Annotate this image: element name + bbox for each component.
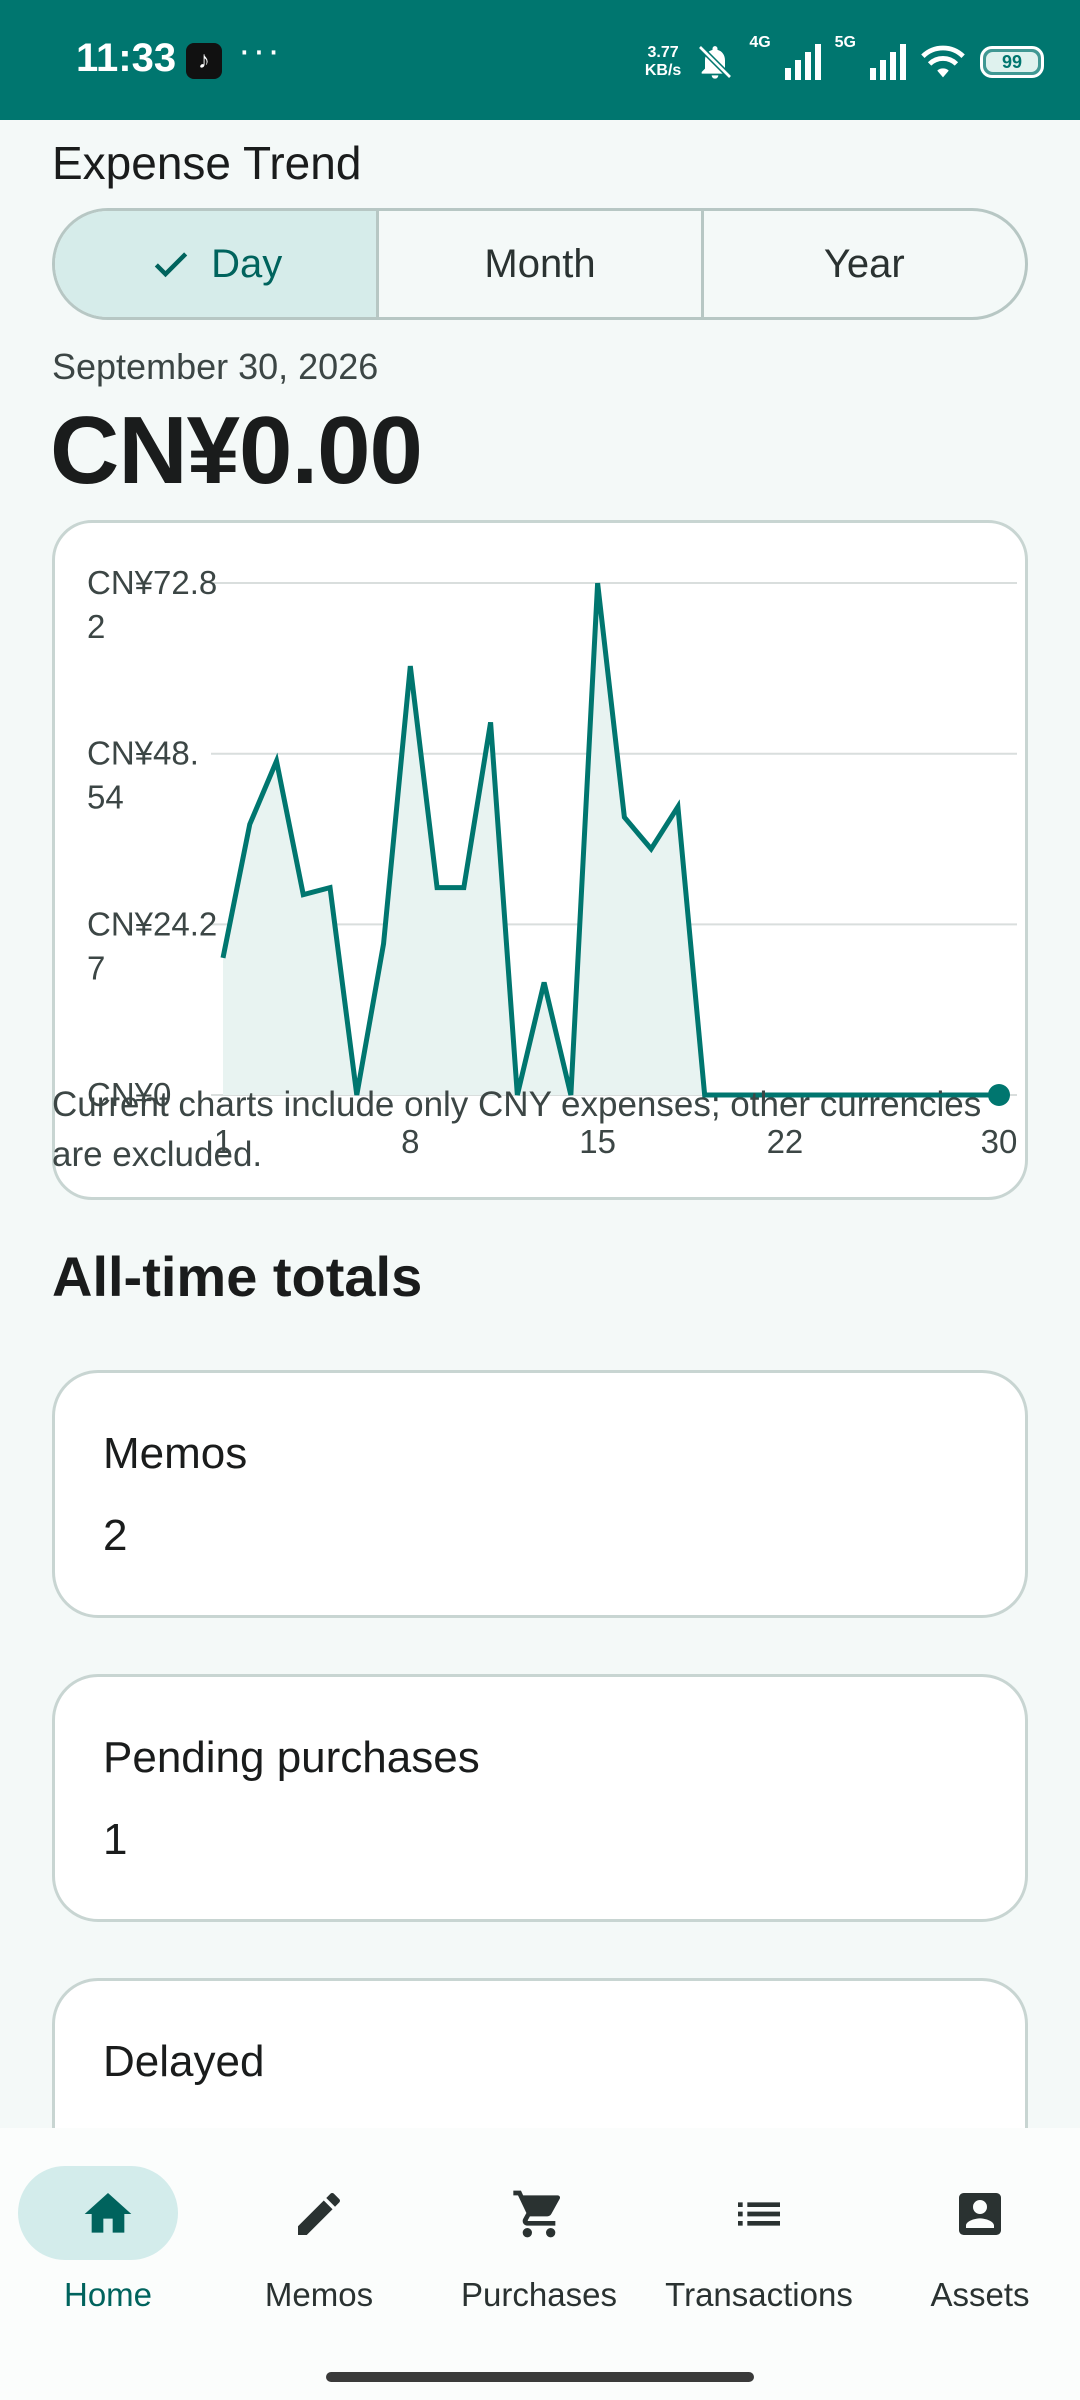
list-icon (738, 2202, 780, 2226)
nav-assets-label: Assets (930, 2276, 1030, 2313)
network-type-4g: 4G (749, 34, 771, 51)
check-icon (154, 252, 188, 278)
y-tick-label: CN¥72.8 2 (87, 564, 217, 645)
stat-label: Memos (103, 1429, 248, 1478)
battery-icon: 99 (980, 46, 1044, 78)
stat-label: Delayed (103, 2037, 265, 2086)
expense-trend-title: Expense Trend (52, 137, 362, 189)
nav-memos[interactable]: Memos (211, 2128, 427, 2348)
signal-icon (784, 44, 821, 80)
y-tick-label: CN¥48. 54 (87, 735, 199, 816)
tiktok-icon: ♪ (186, 43, 222, 79)
mute-bell-icon (698, 44, 733, 80)
stat-label: Pending purchases (103, 1733, 480, 1782)
nav-home[interactable]: Home (0, 2128, 216, 2348)
nav-purchases-label: Purchases (461, 2276, 617, 2313)
stat-card-pending-purchases[interactable]: Pending purchases 1 (52, 1674, 1028, 1922)
battery-level: 99 (1001, 52, 1023, 72)
all-time-totals-title: All-time totals (52, 1245, 423, 1308)
signal-icon (870, 44, 906, 80)
tab-year[interactable]: Year (700, 211, 1025, 317)
series-area (223, 583, 999, 1095)
stat-card-memos[interactable]: Memos 2 (52, 1370, 1028, 1618)
status-bar: 11:33 ♪ ··· 3.77 KB/s 4G 5G 99 (0, 0, 1080, 120)
pencil-icon (298, 2192, 340, 2235)
nav-purchases[interactable]: Purchases (431, 2128, 647, 2348)
account-box-icon (959, 2193, 1001, 2235)
stat-card-delayed[interactable]: Delayed (52, 1978, 1028, 2128)
cart-icon (513, 2190, 561, 2238)
nav-memos-label: Memos (264, 2276, 374, 2313)
tab-month[interactable]: Month (376, 211, 700, 317)
wifi-icon (921, 45, 965, 78)
stat-value: 1 (103, 1815, 128, 1864)
y-tick-label: CN¥24.2 7 (87, 905, 217, 986)
network-speed-value: 3.77 (647, 44, 679, 61)
home-indicator[interactable] (326, 2372, 754, 2382)
bottom-navigation: Home Memos Purchases Transactions Assets (0, 2128, 1080, 2400)
nav-transactions[interactable]: Transactions (651, 2128, 867, 2348)
home-scroll-content[interactable]: Expense Trend Day Month Year September 3… (0, 120, 1080, 2128)
status-indicators: 3.77 KB/s 4G 5G 99 (645, 34, 1044, 90)
stat-value: 2 (103, 1511, 128, 1560)
chart-currency-note: Current charts include only CNY expenses… (52, 1085, 982, 1174)
home-icon (84, 2193, 132, 2233)
selected-amount: CN¥0.00 (50, 397, 423, 504)
tab-day[interactable]: Day (55, 211, 377, 317)
nav-home-label: Home (63, 2276, 153, 2313)
more-notifications-icon: ··· (238, 30, 282, 72)
network-speed-unit: KB/s (644, 62, 682, 79)
tab-day-label: Day (211, 241, 283, 286)
selected-date: September 30, 2026 (52, 346, 379, 387)
period-selector: Day Month Year (52, 208, 1028, 320)
network-type-5g: 5G (834, 34, 856, 51)
nav-transactions-label: Transactions (665, 2276, 853, 2313)
tab-month-label: Month (484, 241, 596, 286)
nav-assets[interactable]: Assets (872, 2128, 1080, 2348)
network-speed: 3.77 KB/s (645, 44, 681, 80)
status-time: 11:33 (76, 36, 177, 80)
tab-year-label: Year (823, 241, 905, 286)
